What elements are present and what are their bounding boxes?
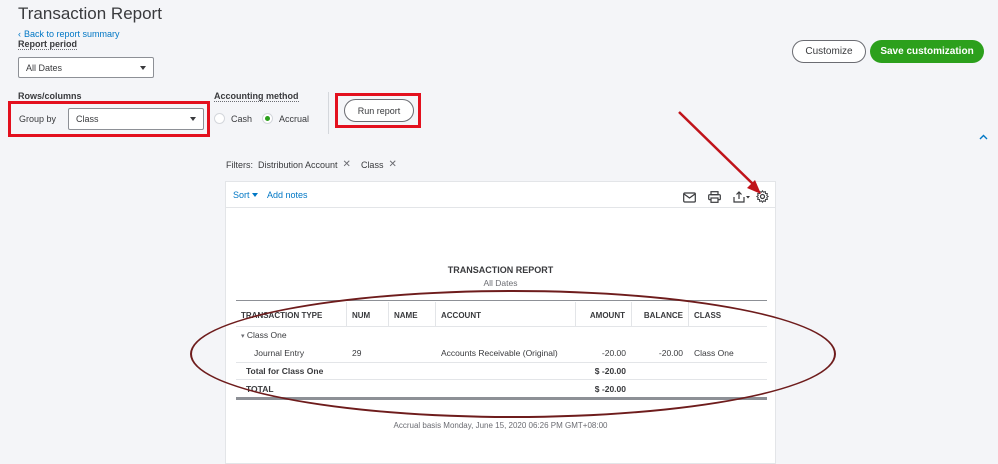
column-divider <box>575 302 576 326</box>
group-by-select[interactable]: Class <box>68 108 204 130</box>
column-header-amount[interactable]: AMOUNT <box>589 311 625 320</box>
back-to-summary-link[interactable]: ‹ Back to report summary <box>18 29 120 39</box>
column-header-transaction-type[interactable]: TRANSACTION TYPE <box>241 311 322 320</box>
close-icon[interactable]: ✕ <box>388 159 396 170</box>
group-by-value: Class <box>76 114 99 124</box>
column-header-account[interactable]: ACCOUNT <box>441 311 481 320</box>
column-header-class[interactable]: CLASS <box>694 311 721 320</box>
group-total-label: Total for Class One <box>246 366 324 376</box>
row-divider <box>236 362 767 363</box>
grand-total-amount: $ -20.00 <box>594 384 626 394</box>
sort-dropdown[interactable]: Sort <box>233 190 258 200</box>
column-divider <box>435 302 436 326</box>
save-customization-button[interactable]: Save customization <box>870 40 984 63</box>
report-paper: Sort Add notes TRANSACTION REPORT All Da… <box>225 181 776 464</box>
header-bottom-rule <box>236 326 767 327</box>
grand-total-label: TOTAL <box>246 384 274 394</box>
caret-down-icon: ▾ <box>241 333 245 340</box>
accounting-method-label: Accounting method <box>214 91 299 102</box>
group-toggle-row[interactable]: ▾ Class One <box>241 330 287 340</box>
column-divider <box>688 302 689 326</box>
divider <box>328 92 329 134</box>
caret-down-icon <box>251 193 258 197</box>
filters-label: Filters: <box>226 159 253 170</box>
row-amount: -20.00 <box>601 348 626 358</box>
row-divider <box>236 379 767 380</box>
group-total-amount: $ -20.00 <box>594 366 626 376</box>
rows-columns-label: Rows/columns <box>18 91 82 101</box>
row-account: Accounts Receivable (Original) <box>441 348 558 358</box>
table-bottom-double-rule <box>236 397 767 400</box>
report-title: TRANSACTION REPORT <box>447 265 554 275</box>
cash-radio[interactable]: Cash <box>214 113 252 124</box>
filters-bar: Filters: Distribution Account ✕ Class ✕ <box>226 159 402 170</box>
group-name: Class One <box>246 330 287 340</box>
report-period-label: Report period <box>18 39 78 50</box>
row-num: 29 <box>352 348 362 358</box>
column-divider <box>631 302 632 326</box>
column-header-num[interactable]: NUM <box>352 311 370 320</box>
add-notes-link[interactable]: Add notes <box>267 190 308 200</box>
row-transaction-type[interactable]: Journal Entry <box>254 348 304 358</box>
row-class: Class One <box>694 348 734 358</box>
report-subtitle: All Dates <box>483 278 518 288</box>
customize-button[interactable]: Customize <box>792 40 866 63</box>
accrual-label: Accrual <box>279 113 310 124</box>
back-link-label: Back to report summary <box>24 29 120 39</box>
caret-down-icon <box>140 65 146 70</box>
run-report-button[interactable]: Run report <box>344 99 414 122</box>
radio-off-icon <box>214 113 225 124</box>
export-icon[interactable] <box>733 190 751 203</box>
settings-gear-icon[interactable] <box>755 189 770 204</box>
report-period-value: All Dates <box>26 62 63 73</box>
collapse-caret-icon[interactable] <box>979 132 988 142</box>
filter-chip-distribution-account: Distribution Account <box>258 159 338 170</box>
print-icon[interactable] <box>708 190 722 203</box>
close-icon[interactable]: ✕ <box>343 159 351 170</box>
column-divider <box>346 302 347 326</box>
table-top-rule <box>236 300 767 301</box>
accrual-radio[interactable]: Accrual <box>262 113 309 124</box>
page-title: Transaction Report <box>18 4 162 23</box>
report-period-select[interactable]: All Dates <box>18 57 154 78</box>
column-header-name[interactable]: NAME <box>394 311 418 320</box>
filter-chip-class: Class <box>360 159 384 170</box>
cash-label: Cash <box>231 113 253 124</box>
row-balance: -20.00 <box>658 348 683 358</box>
chevron-left-icon: ‹ <box>18 29 21 39</box>
caret-down-icon <box>190 117 196 121</box>
column-divider <box>388 302 389 326</box>
report-footer: Accrual basis Monday, June 15, 2020 06:2… <box>393 421 608 430</box>
report-toolbar: Sort Add notes <box>226 182 775 208</box>
column-header-balance[interactable]: BALANCE <box>638 311 683 320</box>
email-icon[interactable] <box>683 190 697 203</box>
radio-on-icon <box>262 113 273 124</box>
group-by-label: Group by <box>19 114 57 124</box>
sort-label: Sort <box>233 190 250 200</box>
